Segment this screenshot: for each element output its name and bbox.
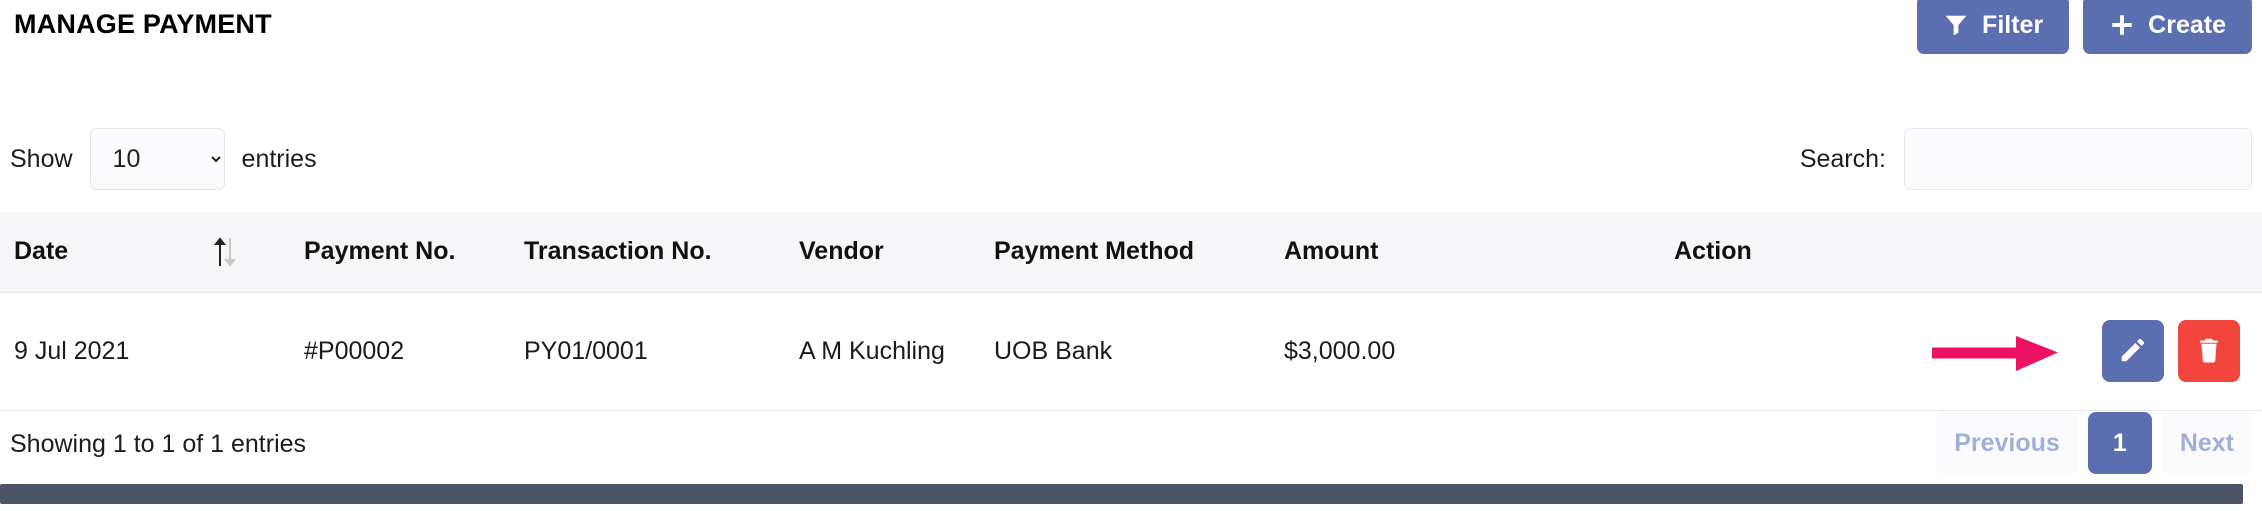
column-header-payment-method[interactable]: Payment Method <box>980 212 1270 293</box>
page-header: MANAGE PAYMENT Filter Create <box>0 0 2262 70</box>
payments-table-wrap: Date Payment No. Transaction No. Vendor … <box>0 212 2262 411</box>
edit-button[interactable] <box>2102 320 2164 382</box>
cell-transaction-no: PY01/0001 <box>510 292 785 411</box>
manage-payment-page: MANAGE PAYMENT Filter Create Show 10 ent… <box>0 0 2262 511</box>
table-header-row: Date Payment No. Transaction No. Vendor … <box>0 212 2262 293</box>
payments-table: Date Payment No. Transaction No. Vendor … <box>0 212 2262 411</box>
horizontal-scrollbar[interactable] <box>0 484 2262 506</box>
column-header-amount[interactable]: Amount <box>1270 212 1660 293</box>
cell-payment-no: #P00002 <box>290 292 510 411</box>
trash-icon <box>2194 335 2224 368</box>
page-length-group: Show 10 entries <box>10 128 317 190</box>
column-header-vendor-label: Vendor <box>799 237 884 266</box>
page-length-select[interactable]: 10 <box>89 128 225 190</box>
cell-payment-method: UOB Bank <box>980 292 1270 411</box>
table-row: 9 Jul 2021 #P00002 PY01/0001 A M Kuchlin… <box>0 292 2262 411</box>
pagination-next[interactable]: Next <box>2161 412 2252 474</box>
show-label: Show <box>10 144 73 173</box>
column-header-date[interactable]: Date <box>0 212 200 293</box>
column-header-vendor[interactable]: Vendor <box>785 212 980 293</box>
column-header-action-label: Action <box>1674 237 1752 266</box>
filter-button-label: Filter <box>1982 10 2044 39</box>
arrow-right-annotation <box>1930 322 2062 380</box>
horizontal-scrollbar-thumb[interactable] <box>0 484 2243 504</box>
column-header-amount-label: Amount <box>1284 237 1379 266</box>
column-header-payment-no[interactable]: Payment No. <box>290 212 510 293</box>
entries-label: entries <box>241 144 317 173</box>
pagination-page-1[interactable]: 1 <box>2087 412 2152 474</box>
column-header-action: Action <box>1660 212 2262 293</box>
column-header-date-label: Date <box>14 237 69 266</box>
table-body: 9 Jul 2021 #P00002 PY01/0001 A M Kuchlin… <box>0 292 2262 411</box>
pagination-previous[interactable]: Previous <box>1936 412 2078 474</box>
column-header-date-sort[interactable] <box>200 212 290 293</box>
column-header-transaction-no-label: Transaction No. <box>524 237 712 266</box>
create-button-label: Create <box>2148 10 2226 39</box>
search-group: Search: <box>1800 128 2252 190</box>
pencil-icon <box>2118 335 2148 368</box>
cell-date-spacer <box>200 292 290 411</box>
column-header-transaction-no[interactable]: Transaction No. <box>510 212 785 293</box>
page-title: MANAGE PAYMENT <box>14 9 272 39</box>
delete-button[interactable] <box>2178 320 2240 382</box>
filter-button[interactable]: Filter <box>1917 0 2070 54</box>
sort-asc-desc-icon <box>213 235 237 269</box>
cell-actions <box>1660 292 2262 411</box>
showing-entries-info: Showing 1 to 1 of 1 entries <box>10 430 307 458</box>
column-header-payment-method-label: Payment Method <box>994 237 1195 266</box>
filter-icon <box>1943 12 1969 38</box>
header-actions: Filter Create <box>1917 0 2252 54</box>
plus-icon <box>2109 12 2135 38</box>
create-button[interactable]: Create <box>2083 0 2252 54</box>
pagination: Previous 1 Next <box>1936 412 2252 474</box>
cell-date: 9 Jul 2021 <box>0 292 200 411</box>
search-input[interactable] <box>1904 128 2252 190</box>
table-head: Date Payment No. Transaction No. Vendor … <box>0 212 2262 293</box>
cell-amount: $3,000.00 <box>1270 292 1660 411</box>
table-controls: Show 10 entries Search: <box>0 128 2262 192</box>
cell-vendor: A M Kuchling <box>785 292 980 411</box>
search-label: Search: <box>1799 144 1886 173</box>
row-action-buttons <box>1674 320 2248 382</box>
column-header-payment-no-label: Payment No. <box>304 237 456 266</box>
table-footer: Showing 1 to 1 of 1 entries Previous 1 N… <box>0 412 2262 482</box>
